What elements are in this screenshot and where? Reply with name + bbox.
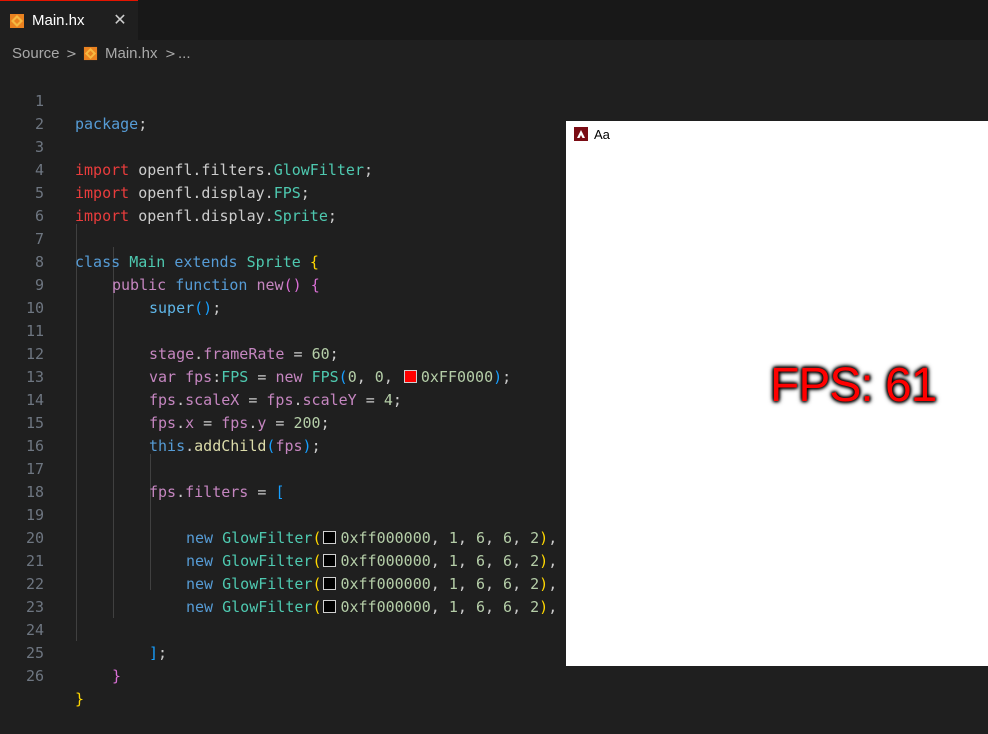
app-preview-window[interactable]: Aa FPS: 61	[566, 121, 988, 666]
breadcrumb: Source > Main.hx > ...	[0, 41, 988, 67]
haxe-file-icon	[83, 46, 98, 61]
line-number: 26	[25, 667, 44, 685]
code-line: 1 package;	[0, 67, 988, 133]
app-window-icon	[574, 127, 588, 141]
chevron-right-icon: >	[66, 47, 77, 62]
close-icon[interactable]: ✕	[108, 8, 132, 32]
tab-label: Main.hx	[32, 12, 85, 29]
haxe-file-icon	[10, 14, 24, 28]
tab-main-hx[interactable]: Main.hx ✕	[0, 0, 138, 40]
chevron-right-icon: >	[165, 47, 176, 62]
breadcrumb-item-more[interactable]: ...	[178, 45, 191, 62]
code-line: 2	[0, 90, 988, 133]
editor-tab-bar: Main.hx ✕	[0, 0, 988, 40]
breadcrumb-item-source[interactable]: Source	[12, 45, 60, 62]
breadcrumb-item-file[interactable]: Main.hx	[105, 45, 158, 62]
fps-counter: FPS: 61	[770, 359, 937, 412]
window-title: Aa	[594, 127, 610, 142]
